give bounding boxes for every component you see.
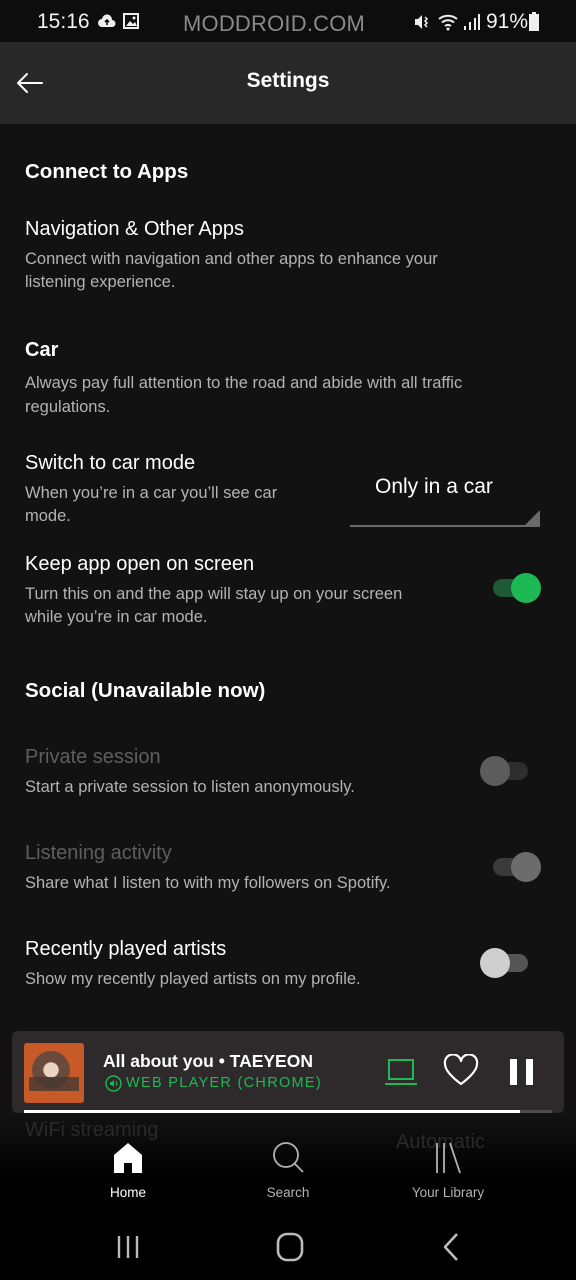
section-title-social: Social (Unavailable now) — [25, 679, 266, 702]
track-title: All about you • TAEYEON — [103, 1051, 313, 1071]
setting-title: Recently played artists — [25, 938, 227, 960]
system-nav-bar — [0, 1210, 576, 1280]
cloud-upload-icon — [98, 14, 116, 27]
wifi-streaming-ghost-text: WiFi streaming — [25, 1119, 159, 1141]
toggle-thumb — [480, 948, 510, 978]
setting-description: Start a private session to listen anonym… — [25, 778, 355, 796]
car-description: Always pay full attention to the road an… — [25, 374, 463, 392]
setting-description: Show my recently played artists on my pr… — [25, 970, 361, 988]
nav-library[interactable]: Your Library — [383, 1141, 513, 1201]
back-button-icon[interactable] — [431, 1230, 471, 1264]
image-icon — [123, 13, 139, 29]
setting-title: Keep app open on screen — [25, 553, 255, 575]
dropdown-selected-value: Only in a car — [375, 475, 493, 498]
keep-app-open-toggle[interactable] — [491, 573, 541, 603]
listening-activity-toggle[interactable] — [491, 852, 541, 882]
setting-description: Turn this on and the app will stay up on… — [25, 585, 403, 603]
page-title: Settings — [246, 69, 330, 92]
bottom-nav: WiFi streaming Automatic Home Search You… — [0, 1113, 576, 1210]
setting-title: Switch to car mode — [25, 452, 196, 474]
battery-icon — [529, 12, 539, 31]
battery-percent: 91% — [486, 10, 529, 33]
setting-description: while you’re in car mode. — [25, 608, 208, 626]
search-icon — [273, 1142, 304, 1173]
heart-icon[interactable] — [443, 1054, 479, 1088]
section-title-car: Car — [25, 339, 59, 361]
mute-vibrate-icon — [415, 15, 429, 29]
car-mode-dropdown[interactable]: Only in a car — [350, 467, 540, 527]
nav-home[interactable]: Home — [63, 1141, 193, 1201]
toggle-thumb — [511, 852, 541, 882]
setting-title: Listening activity — [25, 842, 172, 864]
status-bar: 15:16 MODDROID.COM 91% — [0, 0, 576, 42]
library-icon — [436, 1142, 461, 1174]
home-button-icon[interactable] — [270, 1230, 310, 1264]
wifi-icon — [438, 14, 458, 31]
album-art — [24, 1043, 84, 1103]
private-session-toggle[interactable] — [480, 756, 530, 786]
setting-title: Navigation & Other Apps — [25, 218, 245, 240]
dropdown-corner-icon — [523, 510, 540, 527]
setting-description: Connect with navigation and other apps t… — [25, 250, 438, 268]
app-header: Settings — [0, 42, 576, 124]
nav-label: Your Library — [411, 1185, 485, 1200]
device-label: WEB PLAYER (CHROME) — [126, 1075, 323, 1091]
now-playing-bar[interactable]: All about you • TAEYEON WEB PLAYER (CHRO… — [12, 1031, 564, 1113]
connect-device-icon[interactable] — [384, 1057, 418, 1087]
setting-description: Share what I listen to with my followers… — [25, 874, 391, 892]
status-time: 15:16 — [37, 10, 90, 33]
setting-title: Private session — [25, 746, 161, 768]
setting-description: When you’re in a car you’ll see car — [25, 484, 278, 502]
setting-description: mode. — [25, 507, 71, 525]
signal-icon — [464, 14, 480, 30]
pause-icon[interactable] — [508, 1057, 536, 1087]
setting-description: listening experience. — [25, 273, 176, 291]
nav-search[interactable]: Search — [223, 1141, 353, 1201]
recent-apps-icon[interactable] — [109, 1230, 149, 1264]
section-title-connect: Connect to Apps — [25, 160, 189, 183]
speaker-icon — [105, 1075, 122, 1092]
car-description: regulations. — [25, 398, 111, 416]
toggle-thumb — [511, 573, 541, 603]
home-icon — [114, 1143, 142, 1173]
recently-played-toggle[interactable] — [480, 948, 530, 978]
watermark-text: MODDROID.COM — [183, 11, 366, 36]
nav-label: Home — [109, 1185, 146, 1200]
dropdown-underline — [350, 525, 540, 527]
toggle-thumb — [480, 756, 510, 786]
nav-label: Search — [266, 1185, 310, 1200]
